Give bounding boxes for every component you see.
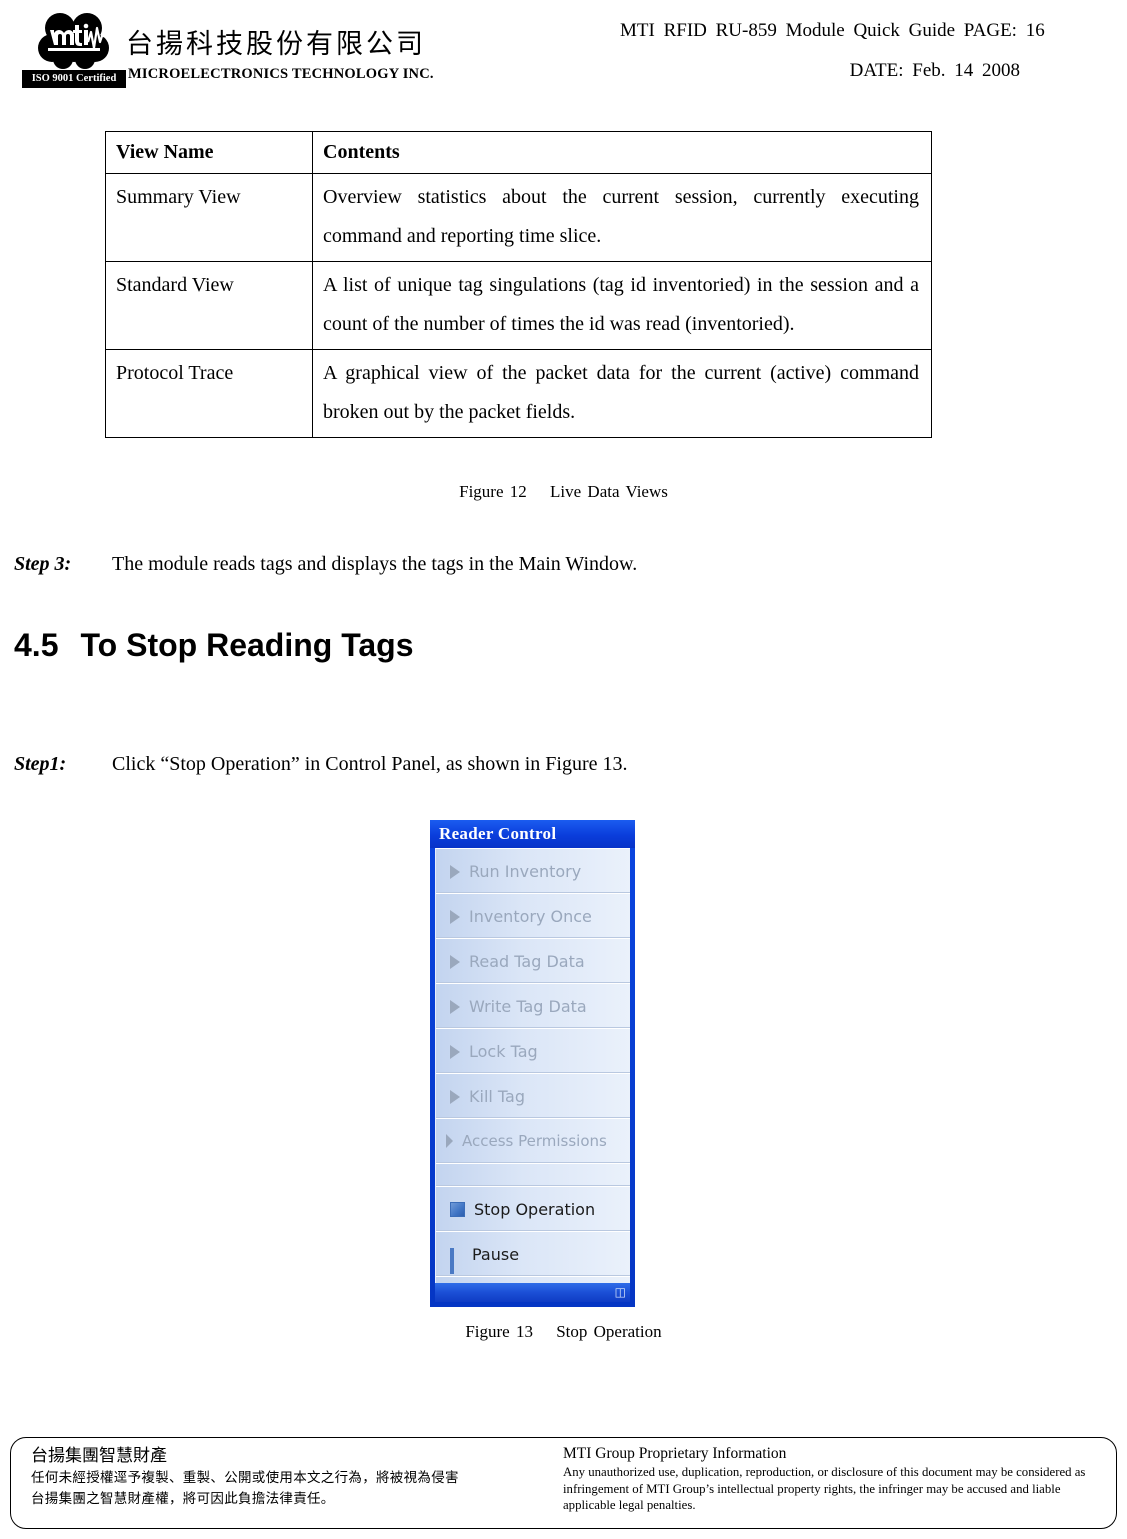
view-name-cell: Summary View [105,173,313,262]
menu-item-label: Pause [472,1245,520,1264]
arrow-right-icon [450,909,460,924]
column-header-contents: Contents [312,131,932,174]
page-title: 4.5 To Stop Reading Tags [14,627,414,664]
stop-square-icon [450,1202,465,1217]
menu-item-inventory-once[interactable]: Inventory Once [436,894,630,939]
company-logo-block: ISO 9001 Certified [22,12,130,92]
table-row: Summary View Overview statistics about t… [105,173,932,262]
figure-13-caption: Figure 13 Stop Operation [465,1322,662,1341]
document-header: ISO 9001 Certified 台揚科技股份有限公司 MICROELECT… [0,0,1127,108]
menu-item-label: Access Permissions [462,1132,607,1150]
view-name-cell: Standard View [105,261,313,350]
view-name-cell: Protocol Trace [105,349,313,438]
menu-item-stop-operation[interactable]: Stop Operation [436,1187,630,1232]
footer-english-body: Any unauthorized use, duplication, repro… [563,1465,1086,1512]
footer-chinese-title: 台揚集團智慧財產 [31,1446,167,1466]
menu-item-access-permissions[interactable]: Access Permissions [436,1119,630,1164]
menu-item-label: Read Tag Data [469,952,585,971]
menu-item-run-inventory[interactable]: Run Inventory [436,849,630,894]
figure-12-caption: Figure 12 Live Data Views [459,482,668,501]
footer-english-title: MTI Group Proprietary Information [563,1445,787,1462]
step-1-paragraph: Step1: Click “Stop Operation” in Control … [14,753,1014,776]
table-row: Standard View A list of unique tag singu… [105,261,932,350]
table-header-row: View Name Contents [105,131,932,174]
view-contents-cell: A list of unique tag singulations (tag i… [312,261,932,350]
resize-grip-icon[interactable]: ◫ [610,1285,626,1299]
footer-chinese-body: 任何未經授權逕予複製、重製、公開或使用本文之行為，將被視為侵害 台揚集團之智慧財… [31,1468,571,1510]
footer-english-notice: MTI Group Proprietary Information Any un… [563,1443,1103,1514]
arrow-right-icon [450,999,460,1014]
iso-certification-badge: ISO 9001 Certified [22,70,126,88]
menu-separator [436,1164,630,1187]
live-data-views-table: View Name Contents Summary View Overview… [105,131,932,438]
pause-bars-icon [450,1248,463,1274]
mti-logo-icon [38,12,110,70]
menu-item-pause[interactable]: Pause [436,1232,630,1277]
footer-chinese-line-2: 台揚集團之智慧財產權，將可因此負擔法律責任。 [31,1491,335,1507]
step-1-text: Click “Stop Operation” in Control Panel,… [112,753,628,775]
section-title: To Stop Reading Tags [80,627,414,663]
menu-item-label: Inventory Once [469,907,592,926]
reader-control-titlebar: Reader Control [430,820,635,848]
document-date: DATE: Feb. 14 2008 [849,60,1020,81]
menu-item-label: Stop Operation [474,1200,596,1219]
document-title: MTI RFID RU-859 Module Quick Guide PAGE:… [620,20,1045,41]
company-name-english: MICROELECTRONICS TECHNOLOGY INC. [128,66,434,82]
step-1-label: Step1: [14,753,67,775]
table-row: Protocol Trace A graphical view of the p… [105,349,932,438]
arrow-right-icon [450,954,460,969]
reader-control-item-list: Run Inventory Inventory Once Read Tag Da… [435,848,630,1283]
reader-control-panel: Reader Control Run Inventory Inventory O… [430,820,635,1307]
arrow-right-icon [450,864,460,879]
arrow-right-icon [446,1133,453,1148]
company-name-chinese: 台揚科技股份有限公司 [126,29,426,60]
menu-item-label: Run Inventory [469,862,582,881]
step-3-paragraph: Step 3: The module reads tags and display… [14,553,1014,576]
column-header-view-name: View Name [105,131,313,174]
reader-control-statusbar: ◫ [435,1283,630,1302]
footer-notice-box: 台揚集團智慧財產 任何未經授權逕予複製、重製、公開或使用本文之行為，將被視為侵害… [10,1437,1117,1529]
view-contents-cell: Overview statistics about the current se… [312,173,932,262]
step-3-label: Step 3: [14,553,72,575]
section-number: 4.5 [14,627,59,663]
menu-item-label: Kill Tag [469,1087,525,1106]
menu-item-kill-tag[interactable]: Kill Tag [436,1074,630,1119]
menu-item-lock-tag[interactable]: Lock Tag [436,1029,630,1074]
step-3-text: The module reads tags and displays the t… [112,553,638,575]
arrow-right-icon [450,1044,460,1059]
footer-chinese-notice: 台揚集團智慧財產 任何未經授權逕予複製、重製、公開或使用本文之行為，將被視為侵害… [31,1444,571,1510]
menu-item-read-tag-data[interactable]: Read Tag Data [436,939,630,984]
menu-item-write-tag-data[interactable]: Write Tag Data [436,984,630,1029]
menu-item-label: Lock Tag [469,1042,538,1061]
view-contents-cell: A graphical view of the packet data for … [312,349,932,438]
menu-item-label: Write Tag Data [469,997,587,1016]
footer-chinese-line-1: 任何未經授權逕予複製、重製、公開或使用本文之行為，將被視為侵害 [31,1470,459,1486]
arrow-right-icon [450,1089,460,1104]
